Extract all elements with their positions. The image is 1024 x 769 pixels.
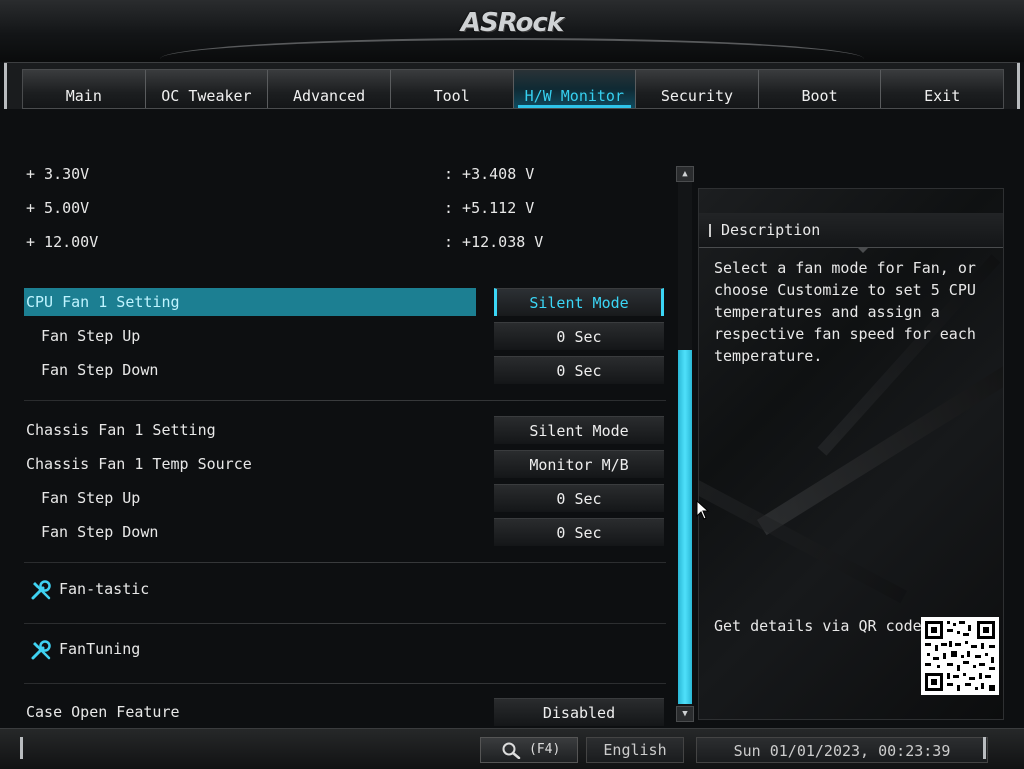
datetime-display: Sun 01/01/2023, 00:23:39 [696, 737, 988, 763]
chassis-fan-step-down-select[interactable]: 0 Sec [494, 518, 664, 546]
fan-tastic-label: Fan-tastic [59, 580, 150, 598]
tabbar-edge-right [1017, 63, 1020, 109]
fantuning-link[interactable]: FanTuning [30, 635, 430, 663]
settings-list: + 3.30V : +3.408 V + 5.00V : +5.112 V + … [0, 108, 672, 728]
scroll-track[interactable] [678, 182, 692, 706]
description-panel: Description Select a fan mode for Fan, o… [698, 188, 1004, 720]
tab-tool[interactable]: Tool [391, 70, 514, 108]
cpu-fan-step-up-select[interactable]: 0 Sec [494, 322, 664, 350]
voltage-label: + 5.00V [26, 199, 90, 217]
description-text: Select a fan mode for Fan, or choose Cus… [714, 259, 976, 365]
language-button[interactable]: English [586, 737, 684, 763]
cpu-fan-mode-select[interactable]: Silent Mode [494, 288, 664, 316]
chassis-fan-mode-select[interactable]: Silent Mode [494, 416, 664, 444]
voltage-value: : +12.038 V [444, 233, 544, 251]
case-open-feature-select[interactable]: Disabled [494, 698, 664, 726]
scroll-down-arrow-icon[interactable]: ▼ [676, 706, 694, 722]
background-decoration [699, 468, 908, 604]
search-button[interactable]: (F4) [480, 737, 578, 763]
cpu-fan-step-up-row[interactable]: Fan Step Up 0 Sec [24, 322, 670, 350]
scroll-up-arrow-icon[interactable]: ▲ [676, 166, 694, 182]
bios-header: ASRock [0, 0, 1024, 62]
tab-hw-monitor[interactable]: H/W Monitor [513, 70, 637, 108]
search-shortcut: (F4) [529, 742, 561, 757]
divider [24, 683, 666, 684]
tabbar-edge-left [4, 63, 7, 109]
tab-list: Main OC Tweaker Advanced Tool H/W Monito… [22, 69, 1004, 109]
setting-label: Chassis Fan 1 Setting [26, 421, 216, 439]
fan-tastic-link[interactable]: Fan-tastic [30, 575, 430, 603]
scrollbar[interactable]: ▲ ▼ [676, 166, 694, 722]
chassis-fan-setting-row[interactable]: Chassis Fan 1 Setting Silent Mode [24, 416, 670, 444]
voltage-label: + 3.30V [26, 165, 90, 183]
footer-edge-left [20, 737, 23, 759]
tab-main[interactable]: Main [23, 70, 146, 108]
chassis-fan-step-up-row[interactable]: Fan Step Up 0 Sec [24, 484, 670, 512]
tab-boot[interactable]: Boot [759, 70, 882, 108]
divider [24, 623, 666, 624]
tab-oc-tweaker[interactable]: OC Tweaker [146, 70, 269, 108]
setting-label: Fan Step Up [41, 327, 141, 345]
voltage-row-12v: + 12.00V : +12.038 V [24, 228, 670, 256]
qr-label: Get details via QR code [714, 617, 922, 635]
cpu-fan-setting-row[interactable]: CPU Fan 1 Setting Silent Mode [24, 288, 670, 316]
qr-code-icon [921, 617, 999, 695]
chassis-fan-temp-source-row[interactable]: Chassis Fan 1 Temp Source Monitor M/B [24, 450, 670, 478]
voltage-value: : +5.112 V [444, 199, 535, 217]
cpu-fan-step-down-select[interactable]: 0 Sec [494, 356, 664, 384]
chassis-fan-step-down-row[interactable]: Fan Step Down 0 Sec [24, 518, 670, 546]
tab-bar: Main OC Tweaker Advanced Tool H/W Monito… [4, 62, 1020, 109]
setting-label: Case Open Feature [26, 703, 180, 721]
asrock-logo: ASRock [460, 8, 564, 38]
setting-label: CPU Fan 1 Setting [26, 293, 180, 311]
voltage-row-5v: + 5.00V : +5.112 V [24, 194, 670, 222]
voltage-value: : +3.408 V [444, 165, 535, 183]
tab-exit[interactable]: Exit [881, 70, 1003, 108]
scroll-thumb[interactable] [678, 350, 692, 704]
mouse-cursor-icon [696, 500, 710, 520]
header-notch [857, 247, 869, 253]
setting-label: Fan Step Up [41, 489, 141, 507]
status-bar: (F4) English Sun 01/01/2023, 00:23:39 [0, 728, 1024, 769]
case-open-feature-row[interactable]: Case Open Feature Disabled [24, 698, 670, 726]
setting-label: Fan Step Down [41, 361, 159, 379]
fantuning-label: FanTuning [59, 640, 141, 658]
description-title: Description [721, 221, 821, 239]
voltage-row-3v3: + 3.30V : +3.408 V [24, 160, 670, 188]
chassis-fan-step-up-select[interactable]: 0 Sec [494, 484, 664, 512]
divider [24, 562, 666, 563]
tab-advanced[interactable]: Advanced [268, 70, 391, 108]
chassis-fan-temp-source-select[interactable]: Monitor M/B [494, 450, 664, 478]
wrench-screwdriver-icon [31, 580, 51, 600]
setting-label: Fan Step Down [41, 523, 159, 541]
cpu-fan-step-down-row[interactable]: Fan Step Down 0 Sec [24, 356, 670, 384]
setting-label: Chassis Fan 1 Temp Source [26, 455, 252, 473]
tab-security[interactable]: Security [636, 70, 759, 108]
description-header: Description [699, 213, 1003, 253]
voltage-label: + 12.00V [26, 233, 99, 251]
search-icon [502, 742, 521, 759]
wrench-screwdriver-icon [31, 640, 51, 660]
footer-edge-right [983, 737, 986, 759]
divider [24, 400, 666, 401]
header-marker [709, 224, 711, 237]
